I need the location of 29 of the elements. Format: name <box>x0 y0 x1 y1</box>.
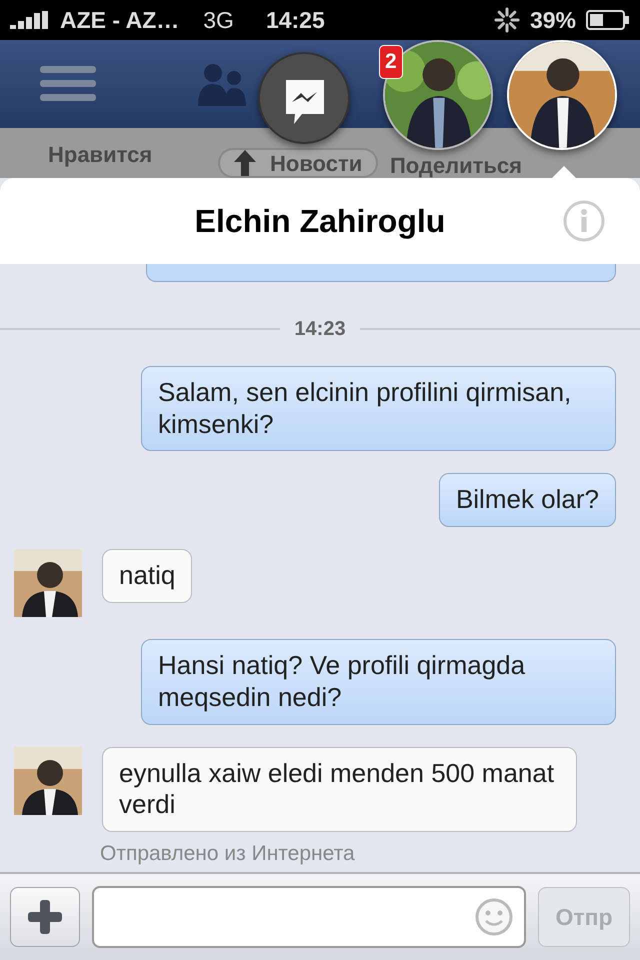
activity-spinner-icon <box>494 7 520 33</box>
carrier-name: AZE - AZ… <box>60 6 180 35</box>
avatar <box>14 746 82 815</box>
avatar <box>14 549 82 618</box>
message-bubble: eynulla xaiw eledi menden 500 manat verdi <box>102 746 577 832</box>
notification-badge: 2 <box>379 45 403 78</box>
plus-icon <box>28 900 62 934</box>
battery-icon <box>586 9 630 31</box>
like-button[interactable]: Нравится <box>48 138 152 171</box>
conversation-title: Elchin Zahiroglu <box>194 202 446 240</box>
friends-icon[interactable] <box>196 62 248 106</box>
message-input-field[interactable] <box>92 886 526 948</box>
info-icon[interactable] <box>562 199 606 243</box>
network-type: 3G <box>203 6 234 35</box>
message-bubble: Hansi natiq? Ve profili qirmagda meqsedin nedi? <box>141 639 616 725</box>
share-button[interactable]: Поделиться <box>390 155 522 177</box>
battery-percent: 39% <box>530 6 576 35</box>
message-bubble: Salam, sen elcinin profilini qirmisan, kimsenki? <box>141 366 616 452</box>
sent-from-web-note: Отправлено из Интернета <box>99 841 356 868</box>
news-button[interactable]: Новости <box>218 148 378 178</box>
message-bubble: Bilmek olar? <box>438 473 616 528</box>
add-button[interactable] <box>10 887 80 947</box>
smiley-icon[interactable] <box>474 897 514 937</box>
clock-time: 14:25 <box>266 6 325 35</box>
timestamp: 14:23 <box>294 317 346 342</box>
message-bubble: natiq <box>102 549 192 603</box>
signal-icon <box>10 11 50 29</box>
up-arrow-icon <box>234 150 256 176</box>
messenger-icon[interactable] <box>258 52 350 144</box>
